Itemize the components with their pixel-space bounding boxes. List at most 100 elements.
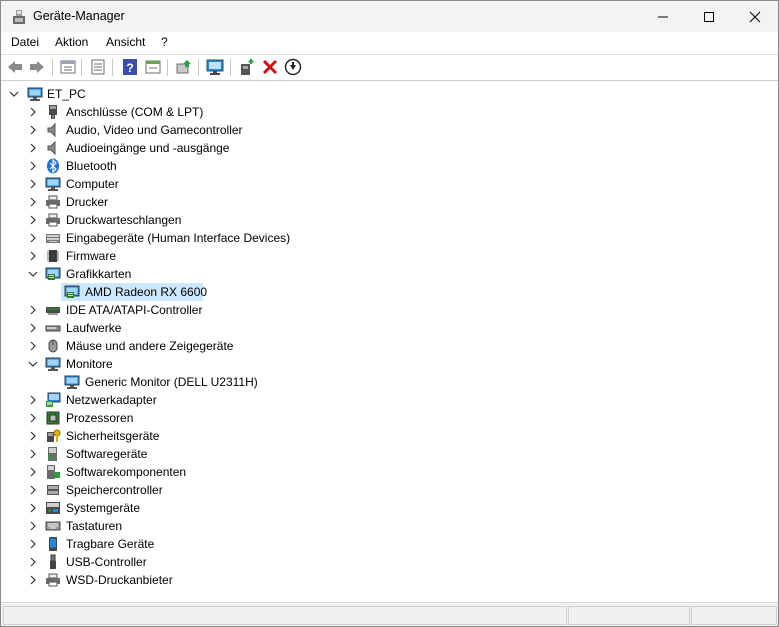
chevron-right-icon[interactable]	[28, 485, 38, 495]
chevron-right-icon[interactable]	[28, 341, 38, 351]
tree-category[interactable]: Computer	[1, 175, 778, 193]
tree-category[interactable]: Laufwerke	[1, 319, 778, 337]
tree-category[interactable]: Tastaturen	[1, 517, 778, 535]
help-button[interactable]: ?	[121, 58, 139, 76]
tree-root[interactable]: ET_PC	[1, 85, 778, 103]
minimize-button[interactable]	[640, 1, 686, 32]
tree-category[interactable]: Softwarekomponenten	[1, 463, 778, 481]
device-view-button[interactable]	[144, 58, 162, 76]
chevron-right-icon[interactable]	[28, 503, 38, 513]
status-pane-3	[691, 606, 777, 625]
chevron-right-icon[interactable]	[28, 197, 38, 207]
chevron-right-icon[interactable]	[28, 431, 38, 441]
tree-category-label: Bluetooth	[66, 159, 117, 173]
tree-category-label: Tragbare Geräte	[66, 537, 155, 551]
close-button[interactable]	[732, 1, 778, 32]
chevron-right-icon[interactable]	[28, 233, 38, 243]
tree-category[interactable]: Softwaregeräte	[1, 445, 778, 463]
mouse-icon	[48, 339, 58, 353]
tree-category-label: Softwaregeräte	[66, 447, 148, 461]
menu-datei[interactable]: Datei	[11, 35, 39, 49]
chevron-right-icon[interactable]	[28, 143, 38, 153]
tree-category-label: Tastaturen	[66, 519, 123, 533]
device-manager-window: Geräte-Manager Datei Aktion Ansicht ? ? …	[0, 0, 779, 627]
chevron-right-icon[interactable]	[28, 107, 38, 117]
chevron-right-icon[interactable]	[28, 161, 38, 171]
tree-category-label: USB-Controller	[66, 555, 147, 569]
uninstall-icon	[262, 59, 278, 75]
tree-category[interactable]: Audio, Video und Gamecontroller	[1, 121, 778, 139]
status-pane-main	[3, 606, 567, 625]
tree-category-label: Eingabegeräte (Human Interface Devices)	[66, 231, 291, 245]
tree-category-label: Drucker	[66, 195, 109, 209]
bluetooth-icon	[47, 158, 59, 174]
uninstall-button[interactable]	[261, 58, 279, 76]
chevron-right-icon[interactable]	[28, 179, 38, 189]
tree-category[interactable]: Druckwarteschlangen	[1, 211, 778, 229]
tree-category[interactable]: Firmware	[1, 247, 778, 265]
tree-category[interactable]: Prozessoren	[1, 409, 778, 427]
tree-category[interactable]: USB-Controller	[1, 553, 778, 571]
portable-icon	[49, 537, 57, 551]
add-legacy-button[interactable]	[238, 58, 256, 76]
tree-category[interactable]: Audioeingänge und -ausgänge	[1, 139, 778, 157]
list-view-icon	[91, 59, 105, 75]
chevron-down-icon[interactable]	[28, 269, 38, 279]
disable-button[interactable]	[284, 58, 302, 76]
tree-category[interactable]: Speichercontroller	[1, 481, 778, 499]
tree-category[interactable]: Systemgeräte	[1, 499, 778, 517]
monitor-icon	[45, 357, 61, 371]
chevron-right-icon[interactable]	[28, 305, 38, 315]
properties-button[interactable]	[59, 58, 77, 76]
title-bar[interactable]: Geräte-Manager	[1, 1, 778, 32]
chevron-right-icon[interactable]	[28, 575, 38, 585]
chevron-down-icon[interactable]	[28, 359, 38, 369]
printer-icon	[46, 195, 60, 209]
chevron-right-icon[interactable]	[28, 557, 38, 567]
update-driver-button[interactable]	[175, 58, 193, 76]
chevron-right-icon[interactable]	[28, 251, 38, 261]
tree-category[interactable]: Grafikkarten	[1, 265, 778, 283]
tree-category[interactable]: IDE ATA/ATAPI-Controller	[1, 301, 778, 319]
chevron-right-icon[interactable]	[28, 521, 38, 531]
chevron-right-icon[interactable]	[28, 215, 38, 225]
update-driver-icon	[176, 60, 191, 74]
scan-hardware-button[interactable]	[206, 58, 224, 76]
chevron-right-icon[interactable]	[28, 395, 38, 405]
tree-category[interactable]: WSD-Druckanbieter	[1, 571, 778, 589]
tree-category[interactable]: Sicherheitsgeräte	[1, 427, 778, 445]
display-adapter-icon	[45, 267, 61, 280]
tree-category[interactable]: Netzwerkadapter	[1, 391, 778, 409]
menu-help[interactable]: ?	[161, 35, 168, 49]
chevron-right-icon[interactable]	[28, 323, 38, 333]
tree-category[interactable]: Eingabegeräte (Human Interface Devices)	[1, 229, 778, 247]
properties-icon	[60, 60, 76, 74]
tree-category[interactable]: Mäuse und andere Zeigegeräte	[1, 337, 778, 355]
tree-category[interactable]: Anschlüsse (COM & LPT)	[1, 103, 778, 121]
tree-device-label: AMD Radeon RX 6600	[85, 285, 208, 299]
speaker-icon	[47, 140, 56, 156]
tree-device[interactable]: AMD Radeon RX 6600	[1, 283, 778, 301]
tree-device[interactable]: Generic Monitor (DELL U2311H)	[1, 373, 778, 391]
keyboard-icon	[45, 521, 61, 531]
forward-button[interactable]	[28, 58, 46, 76]
chevron-right-icon[interactable]	[28, 125, 38, 135]
maximize-button[interactable]	[686, 1, 732, 32]
chevron-right-icon[interactable]	[28, 413, 38, 423]
tree-category[interactable]: Drucker	[1, 193, 778, 211]
usb-icon	[50, 554, 56, 569]
back-button[interactable]	[6, 58, 24, 76]
chevron-right-icon[interactable]	[28, 467, 38, 477]
tree-category[interactable]: Bluetooth	[1, 157, 778, 175]
chevron-right-icon[interactable]	[28, 449, 38, 459]
menu-ansicht[interactable]: Ansicht	[106, 35, 145, 49]
add-legacy-icon	[241, 59, 254, 75]
menu-aktion[interactable]: Aktion	[55, 35, 88, 49]
monitor-icon	[64, 375, 80, 389]
tree-category[interactable]: Tragbare Geräte	[1, 535, 778, 553]
tree-category[interactable]: Monitore	[1, 355, 778, 373]
chevron-right-icon[interactable]	[28, 539, 38, 549]
tree-category-label: Grafikkarten	[66, 267, 132, 281]
tree-category-label: Anschlüsse (COM & LPT)	[66, 105, 204, 119]
list-view-button[interactable]	[89, 58, 107, 76]
